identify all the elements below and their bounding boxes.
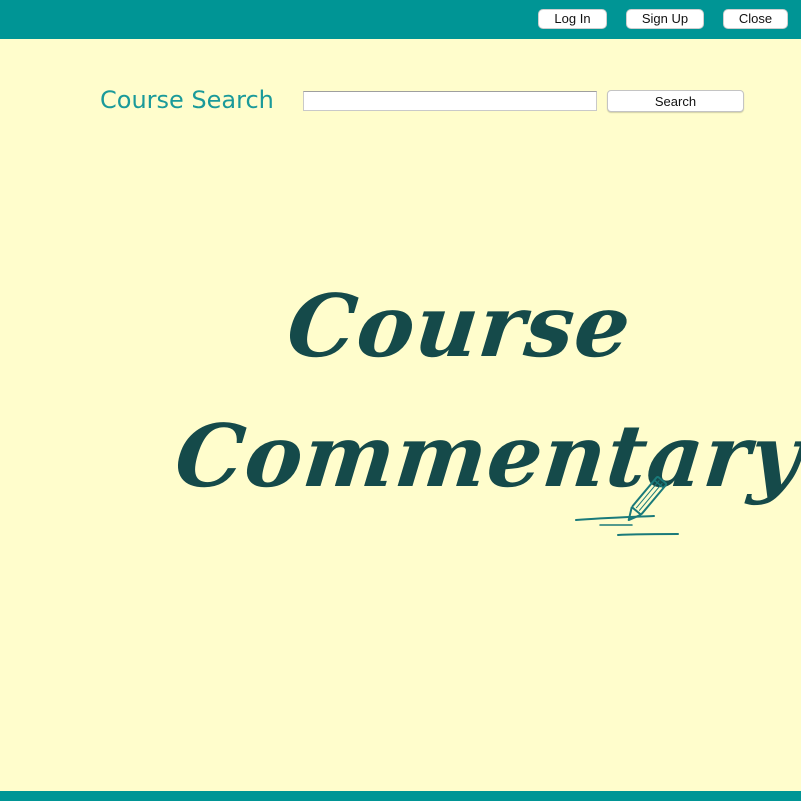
- pencil-icon: [575, 475, 679, 536]
- course-commentary-logo: Course Commentary: [0, 0, 801, 801]
- course-search-label: Course Search: [100, 86, 274, 114]
- bottom-bar: [0, 791, 801, 801]
- login-button[interactable]: Log In: [538, 9, 607, 29]
- search-button[interactable]: Search: [607, 90, 744, 112]
- logo-text-line-1: Course: [282, 276, 637, 377]
- top-bar: Log In Sign Up Close: [0, 0, 801, 39]
- logo-text-line-2: Commentary: [170, 406, 801, 507]
- signup-button[interactable]: Sign Up: [626, 9, 704, 29]
- search-input[interactable]: [303, 91, 597, 111]
- close-button[interactable]: Close: [723, 9, 788, 29]
